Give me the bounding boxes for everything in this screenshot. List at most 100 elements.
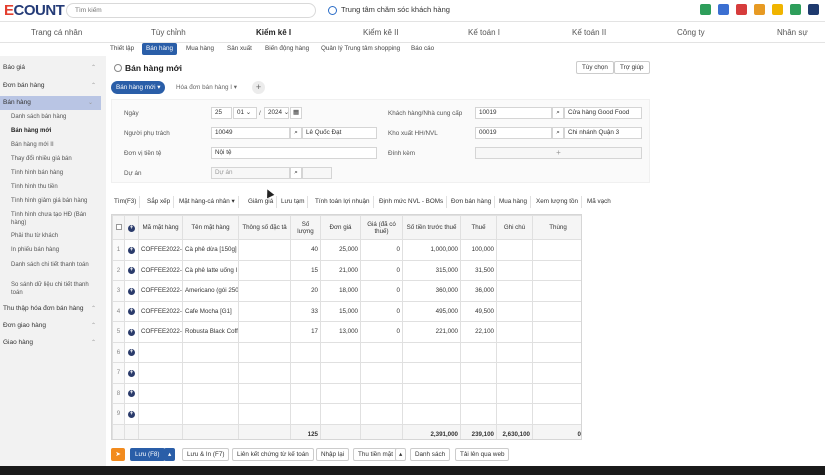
date-day-field[interactable]: 25 (211, 107, 232, 119)
currency-select[interactable]: Nội tệ (211, 147, 377, 159)
cell-price[interactable] (320, 341, 361, 363)
col-tax[interactable]: Thuế (460, 215, 497, 240)
cell-tax[interactable] (460, 403, 497, 425)
collect-cash-button[interactable]: Thu tiền mặt (353, 448, 398, 461)
cell-price-tax[interactable]: 0 (360, 300, 403, 322)
search-icon[interactable]: ⌕ (290, 127, 302, 139)
purchase-button[interactable]: Mua hàng (496, 196, 532, 208)
add-row-icon[interactable]: + (128, 224, 135, 232)
subnav-report[interactable]: Báo cáo (407, 43, 438, 55)
nav-hr[interactable]: Nhân sự (777, 28, 808, 37)
sidebar-group-delivery-order[interactable]: Đơn giao hàng ⌃ (3, 322, 104, 329)
cell-box[interactable] (532, 362, 581, 384)
cell-price[interactable]: 18,000 (320, 280, 361, 302)
add-row-icon[interactable]: + (128, 410, 135, 418)
nav-personal[interactable]: Trang cá nhân (31, 28, 82, 37)
row-add[interactable]: + (124, 321, 139, 343)
col-pretax-amount[interactable]: Số tiền trước thuế (402, 215, 461, 240)
sales-order-button[interactable]: Đơn bán hàng (448, 196, 496, 208)
attach-add-button[interactable]: + (475, 147, 642, 159)
cell-spec[interactable] (238, 280, 291, 302)
cell-tax[interactable]: 36,000 (460, 280, 497, 302)
search-icon[interactable]: ⌕ (552, 127, 564, 139)
cell-pretax-amount[interactable] (402, 362, 461, 384)
cell-note[interactable] (496, 321, 533, 343)
cell-qty[interactable] (290, 341, 321, 363)
ecount-logo[interactable]: ECOUNT (4, 2, 65, 19)
add-row-icon[interactable]: + (128, 369, 135, 377)
cell-pretax-amount[interactable] (402, 403, 461, 425)
col-spec[interactable]: Thông số đặc tả (238, 215, 291, 240)
cell-spec[interactable] (238, 341, 291, 363)
add-tab-button[interactable]: + (252, 81, 265, 94)
cell-item-code[interactable]: COFFEE2022- (138, 300, 183, 322)
col-price[interactable]: Đơn giá (320, 215, 361, 240)
cell-spec[interactable] (238, 362, 291, 384)
cell-item-code[interactable] (138, 341, 183, 363)
add-row-icon[interactable]: + (128, 328, 135, 336)
table-row[interactable]: 8 + (112, 382, 581, 404)
cell-spec[interactable] (238, 300, 291, 322)
help-button[interactable]: Trợ giúp (614, 61, 650, 74)
tab-sales-invoice[interactable]: Hóa đơn bán hàng I ▾ (171, 81, 242, 94)
cell-item-code[interactable]: COFFEE2022- (138, 321, 183, 343)
table-row[interactable]: 5 + COFFEE2022- Robusta Black Coff 17 13,000 0… (112, 321, 581, 343)
sidebar-item[interactable]: Danh sách bán hàng (11, 114, 97, 122)
bom-button[interactable]: Định mức NVL - BOMs (376, 196, 448, 208)
list-button[interactable]: Danh sách (410, 448, 451, 461)
header-add[interactable]: + (124, 215, 139, 240)
tab-new-sale[interactable]: Bán hàng mới ▾ (111, 81, 166, 94)
table-row[interactable]: 9 + (112, 403, 581, 425)
col-note[interactable]: Ghi chú (496, 215, 533, 240)
add-row-icon[interactable]: + (128, 308, 135, 316)
cell-item-name[interactable]: Cafe Mocha [G1] (182, 300, 239, 322)
add-row-icon[interactable]: + (128, 349, 135, 357)
save-temp-button[interactable]: Lưu tạm (278, 196, 309, 208)
cell-item-name[interactable] (182, 403, 239, 425)
table-row[interactable]: 7 + (112, 362, 581, 384)
sidebar-item[interactable]: Tình hình giảm giá bán hàng (11, 198, 97, 206)
cell-item-name[interactable]: Americano (gói 250 (182, 280, 239, 302)
send-icon[interactable]: ➤ (111, 448, 125, 461)
cell-pretax-amount[interactable]: 221,000 (402, 321, 461, 343)
sidebar-item[interactable]: Danh sách chi tiết thanh toán (11, 262, 97, 270)
bell-icon[interactable] (772, 4, 783, 15)
subnav-stock-change[interactable]: Biến động hàng (261, 43, 313, 55)
cell-qty[interactable]: 17 (290, 321, 321, 343)
save-menu-button[interactable]: ▴ (164, 448, 176, 461)
cell-box[interactable] (532, 382, 581, 404)
cell-price[interactable]: 21,000 (320, 259, 361, 281)
cell-item-code[interactable]: COFFEE2022- (138, 239, 183, 261)
cell-spec[interactable] (238, 382, 291, 404)
global-search[interactable] (66, 3, 316, 18)
cell-spec[interactable] (238, 259, 291, 281)
cell-price-tax[interactable]: 0 (360, 259, 403, 281)
col-item-name[interactable]: Tên mặt hàng (182, 215, 239, 240)
cell-price-tax[interactable]: 0 (360, 321, 403, 343)
sidebar-item-new-sale[interactable]: Bán hàng mới (11, 128, 97, 136)
cell-price[interactable]: 15,000 (320, 300, 361, 322)
cell-pretax-amount[interactable]: 1,000,000 (402, 239, 461, 261)
cell-price[interactable]: 13,000 (320, 321, 361, 343)
row-add[interactable]: + (124, 259, 139, 281)
subnav-setup[interactable]: Thiết lập (106, 43, 138, 55)
cell-tax[interactable] (460, 341, 497, 363)
cell-note[interactable] (496, 382, 533, 404)
table-row[interactable]: 2 + COFFEE2022- Cà phê latte uống l 15 21,000… (112, 259, 581, 281)
row-add[interactable]: + (124, 300, 139, 322)
row-add[interactable]: + (124, 341, 139, 363)
col-item-code[interactable]: Mã mặt hàng (138, 215, 183, 240)
support-link[interactable]: Trung tâm chăm sóc khách hàng (328, 5, 450, 15)
sort-button[interactable]: Sắp xếp (144, 196, 175, 208)
cell-note[interactable] (496, 259, 533, 281)
nav-accounting-2[interactable]: Kế toán II (572, 28, 606, 37)
view-stock-button[interactable]: Xem lượng tồn (533, 196, 582, 208)
discount-button[interactable]: Giảm giá (245, 196, 278, 208)
cell-box[interactable] (532, 403, 581, 425)
cell-spec[interactable] (238, 239, 291, 261)
cell-note[interactable] (496, 280, 533, 302)
cell-qty[interactable] (290, 382, 321, 404)
cell-item-name[interactable] (182, 382, 239, 404)
cell-note[interactable] (496, 341, 533, 363)
cell-qty[interactable]: 20 (290, 280, 321, 302)
